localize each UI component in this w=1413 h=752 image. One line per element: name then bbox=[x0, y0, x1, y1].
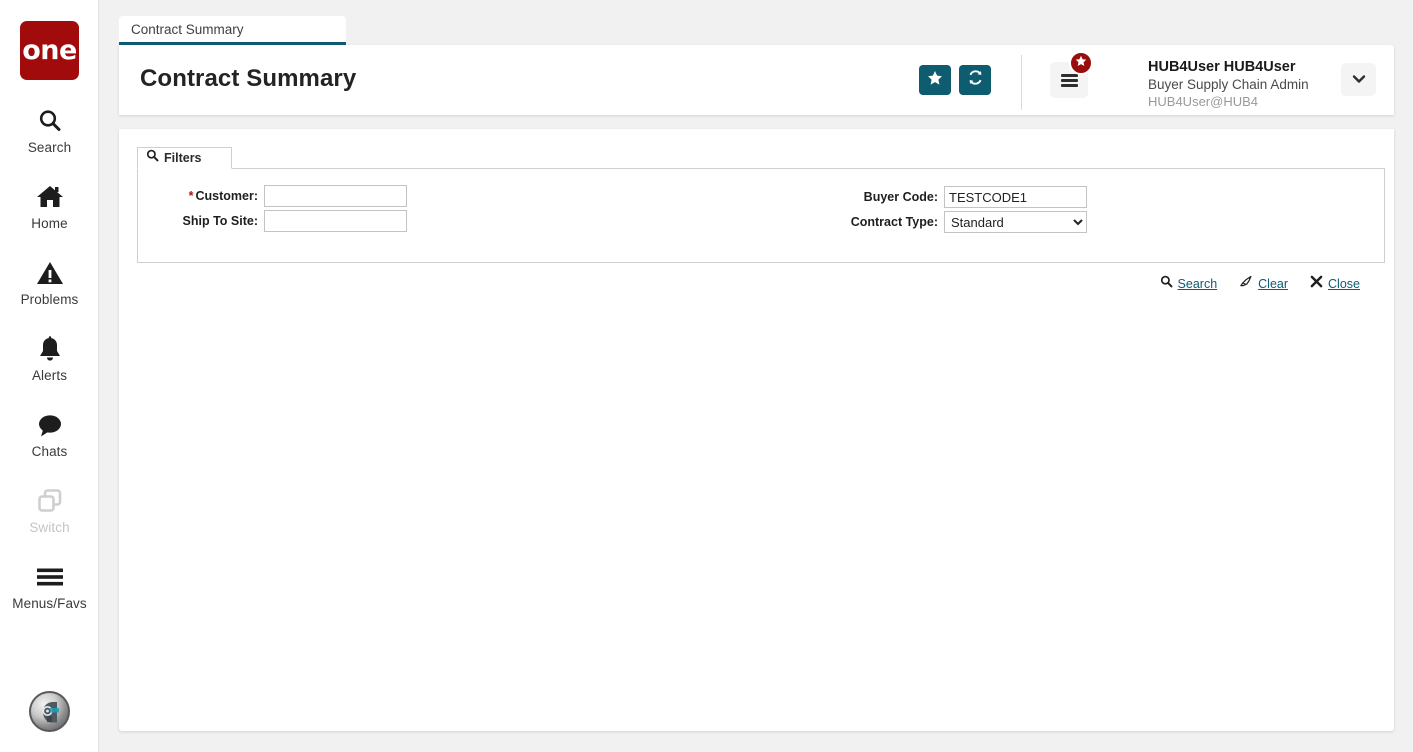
home-icon bbox=[0, 180, 99, 214]
field-label-customer: * Customer: bbox=[164, 189, 258, 203]
field-label-buyer-code: Buyer Code: bbox=[863, 190, 938, 204]
refresh-icon bbox=[967, 69, 984, 91]
field-label-text: Customer: bbox=[195, 189, 258, 203]
sidebar-item-problems[interactable]: Problems bbox=[0, 256, 99, 307]
user-name: HUB4User HUB4User bbox=[1148, 59, 1296, 75]
ship-to-site-input[interactable] bbox=[264, 210, 407, 232]
hamburger-icon bbox=[0, 560, 99, 594]
field-customer: * Customer: bbox=[164, 185, 407, 207]
clear-link-label: Clear bbox=[1258, 277, 1289, 291]
buyer-code-input[interactable] bbox=[944, 186, 1087, 208]
sidebar-item-label: Switch bbox=[29, 520, 70, 535]
customer-input[interactable] bbox=[264, 185, 407, 207]
favorite-button[interactable] bbox=[919, 65, 951, 95]
favorites-badge[interactable] bbox=[1069, 51, 1093, 75]
sidebar-item-label: Home bbox=[31, 216, 68, 231]
filters-tab-label: Filters bbox=[164, 151, 202, 165]
field-buyer-code: Buyer Code: bbox=[838, 186, 1087, 208]
header-divider bbox=[1021, 55, 1022, 110]
sidebar-item-label: Problems bbox=[20, 292, 79, 307]
eraser-icon bbox=[1239, 275, 1253, 293]
filters-tab[interactable]: Filters bbox=[137, 147, 232, 169]
sidebar-item-label: Search bbox=[27, 140, 72, 155]
search-link-label: Search bbox=[1177, 277, 1218, 291]
close-icon bbox=[1310, 275, 1323, 293]
search-icon bbox=[0, 104, 99, 138]
close-link-label: Close bbox=[1328, 277, 1360, 291]
sidebar-item-label: Menus/Favs bbox=[12, 596, 87, 611]
field-label-contract-type: Contract Type: bbox=[850, 215, 938, 229]
warning-icon bbox=[0, 256, 99, 290]
filters-panel: *Customer: Ship To Site: Buyer Code: Con… bbox=[137, 168, 1385, 291]
search-icon bbox=[146, 149, 159, 167]
sidebar-item-alerts[interactable]: Alerts bbox=[0, 332, 99, 383]
left-sidebar: one Search Home Problems Alerts Chats Sw… bbox=[0, 0, 99, 752]
field-contract-type: Contract Type: Standard bbox=[838, 211, 1087, 233]
sidebar-item-search[interactable]: Search bbox=[0, 104, 99, 155]
page-title: Contract Summary bbox=[140, 65, 357, 92]
user-info: HUB4User HUB4User Buyer Supply Chain Adm… bbox=[1148, 58, 1338, 111]
bell-icon bbox=[0, 332, 99, 366]
star-icon bbox=[1075, 54, 1087, 72]
tab-label: Contract Summary bbox=[131, 21, 244, 37]
sidebar-item-switch[interactable]: Switch bbox=[0, 484, 99, 535]
page-header: Contract Summary HUB4User HUB4User Buyer… bbox=[119, 45, 1394, 115]
assistant-avatar-icon[interactable] bbox=[29, 691, 70, 732]
search-icon bbox=[1160, 275, 1173, 293]
sidebar-item-label: Chats bbox=[31, 444, 68, 459]
hamburger-icon bbox=[1060, 72, 1078, 89]
brand-logo-text: one bbox=[22, 35, 77, 66]
chevron-down-icon bbox=[1352, 71, 1366, 89]
contract-type-select[interactable]: Standard bbox=[944, 211, 1087, 233]
brand-logo[interactable]: one bbox=[20, 21, 79, 80]
field-label-ship-to-site: Ship To Site: bbox=[182, 214, 258, 228]
clear-link[interactable]: Clear bbox=[1239, 275, 1288, 293]
star-icon bbox=[927, 70, 943, 91]
switch-icon bbox=[0, 484, 99, 518]
user-menu-button[interactable] bbox=[1341, 63, 1376, 96]
filter-actions: Search Clear Close bbox=[1160, 275, 1360, 293]
refresh-button[interactable] bbox=[959, 65, 991, 95]
sidebar-item-menus-favs[interactable]: Menus/Favs bbox=[0, 560, 99, 611]
content-area: Filters * Customer: Ship To Site: Buyer C… bbox=[119, 129, 1394, 731]
search-link[interactable]: Search bbox=[1160, 275, 1218, 293]
user-id: HUB4User@HUB4 bbox=[1148, 93, 1258, 109]
user-role: Buyer Supply Chain Admin bbox=[1148, 77, 1309, 93]
tab-contract-summary[interactable]: Contract Summary bbox=[119, 16, 346, 45]
close-link[interactable]: Close bbox=[1310, 275, 1360, 293]
field-ship-to-site: Ship To Site: bbox=[164, 210, 407, 232]
required-marker: * bbox=[188, 189, 194, 203]
sidebar-item-home[interactable]: Home bbox=[0, 180, 99, 231]
sidebar-item-chats[interactable]: Chats bbox=[0, 408, 99, 459]
sidebar-item-label: Alerts bbox=[31, 368, 68, 383]
chat-icon bbox=[0, 408, 99, 442]
